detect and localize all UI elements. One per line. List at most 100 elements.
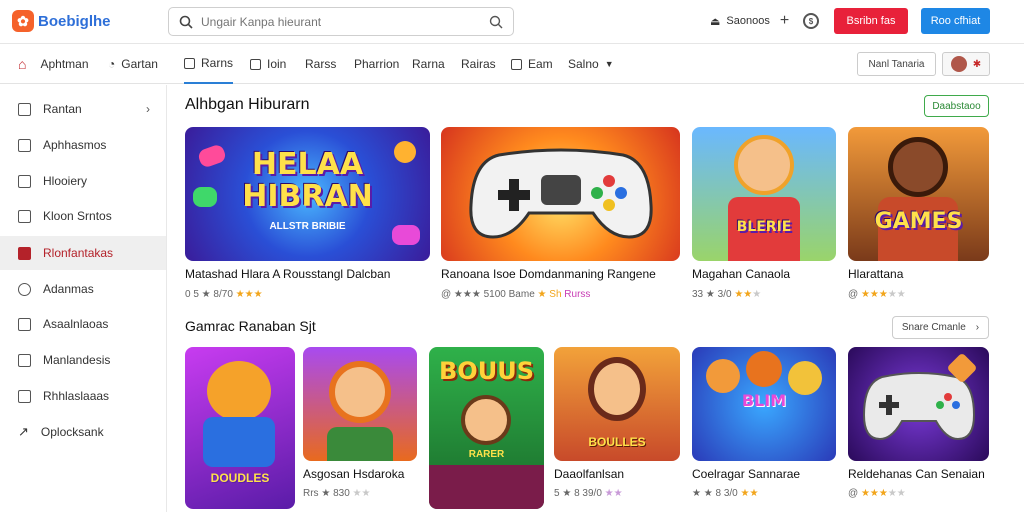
see-more-button[interactable]: Snare Cmanle › [892, 316, 989, 339]
gamepad-icon [469, 148, 653, 239]
sidebar-item-7[interactable]: Asaalnlaoas [0, 307, 166, 341]
game-rating: Rrs ★ 830 ★★ [303, 488, 371, 499]
sidebar-item-active[interactable]: Rlonfantakas [0, 236, 166, 270]
sidebar-item-4[interactable]: Kloon Srntos [0, 199, 166, 233]
app-logo[interactable]: ✿ Boebiglhe [12, 10, 111, 32]
signup-button[interactable]: Bsribn fas [834, 8, 908, 34]
search-box[interactable] [168, 7, 514, 36]
game-thumbnail [441, 127, 680, 261]
game-thumbnail: BLERIE [692, 127, 836, 261]
game-title: Matashad Hlara A Rousstangl Dalcban [185, 267, 391, 281]
logo-text: Boebiglhe [38, 12, 111, 30]
game-rating: ★ ★ 8 3/0 ★★ [692, 488, 759, 499]
star-icon: ★★★ [860, 289, 888, 300]
circle-icon [18, 282, 31, 296]
nav-item-8[interactable]: Rairas [461, 44, 496, 84]
login-button[interactable]: Roo cfhiat [921, 8, 990, 34]
nav-item-home[interactable]: ⌂ Aphtman [18, 44, 89, 84]
star-icon: ★★ [734, 289, 753, 300]
plus-icon[interactable]: + [780, 12, 789, 30]
game-rating: 5 ★ 8 39/0 ★★ [554, 488, 623, 499]
game-title: Coelragar Sannarae [692, 467, 801, 481]
search-input[interactable] [201, 14, 481, 29]
character-face [888, 137, 948, 197]
bag-icon [18, 246, 31, 260]
star-icon: ★★★ [860, 488, 888, 499]
game-thumbnail: BOUUS RARER [429, 347, 544, 509]
thumbnail-subtitle: BOULLES [588, 435, 646, 449]
star-icon: ★★ [352, 488, 371, 499]
game-rating: 0 5 ★ 8/70 ★★★ [185, 289, 263, 300]
search-submit-icon[interactable] [489, 15, 503, 29]
category-nav: ⌂ Aphtman ◔ Gartan Rarns Ioin Rarss Phar… [0, 44, 1024, 84]
logo-icon: ✿ [12, 10, 34, 32]
sidebar-item-9[interactable]: Rhhlaslaaas [0, 379, 166, 413]
section-title-1: Alhbgan Hiburarn [185, 96, 310, 113]
character-body [327, 427, 393, 461]
banner-strip [429, 465, 544, 509]
game-rating: 33 ★ 3/0 ★★★ [692, 289, 762, 300]
sidebar-item-1[interactable]: Rantan › [0, 92, 166, 126]
game-title: Magahan Canaola [692, 267, 791, 281]
avatar-button[interactable]: ✱ [942, 52, 990, 76]
character-face [734, 135, 794, 195]
grid-icon [18, 138, 31, 152]
game-rating: @ ★★★ 5100 Bame ★ Sh Rurss [441, 289, 591, 300]
nav-item-9[interactable]: Eam [511, 44, 553, 84]
thumbnail-title: BOUUS [439, 357, 534, 385]
game-thumbnail: HELAA HIBRAN ALLSTR BRIBIE [185, 127, 430, 261]
nav-item-6[interactable]: Pharrion [354, 44, 399, 84]
history-icon [18, 174, 31, 188]
game-title: Asgosan Hsdaroka [303, 467, 405, 481]
nav-item-7[interactable]: Rarna [412, 44, 445, 84]
account-label: Saonoos [726, 15, 770, 27]
account-menu[interactable]: ⏏ Saonoos + [710, 12, 789, 30]
thumbnail-subtitle: RARER [468, 449, 505, 460]
game-thumbnail: BLIM [692, 347, 836, 461]
star-icon: ★ Sh [537, 289, 562, 300]
nav-item-active[interactable]: Rarns [184, 44, 234, 84]
sidebar-item-6[interactable]: Adanmas [0, 272, 166, 306]
user-icon [18, 317, 31, 331]
notification-icon: ✱ [972, 58, 982, 70]
character-face [746, 351, 782, 387]
character-face [788, 361, 822, 395]
character-body [203, 417, 275, 467]
list-icon [18, 209, 31, 223]
nav-item-5[interactable]: Rarss [305, 44, 336, 84]
nav-item-more[interactable]: Salno ▼ [568, 44, 614, 84]
sidebar-item-3[interactable]: Hlooiery [0, 164, 166, 198]
coin-icon[interactable]: $ [803, 13, 819, 29]
character-face [706, 359, 740, 393]
tag-label: Rurss [564, 289, 591, 300]
sidebar-item-10[interactable]: ↗ Oplocksank [0, 415, 166, 449]
section-title-2: Gamrac Ranaban Sjt [185, 318, 316, 334]
thumbnail-title: HELAA HIBRAN [242, 147, 373, 214]
top-bar: ✿ Boebiglhe ⏏ Saonoos + $ Bsribn fas Roo… [0, 0, 1024, 44]
character-face [461, 395, 511, 445]
game-rating: @ ★★★★★ [848, 289, 906, 300]
user-name-button[interactable]: Nanl Tanaria [857, 52, 936, 76]
game-thumbnail: GAMES [848, 127, 989, 261]
game-rating: @ ★★★★★ [848, 488, 906, 499]
thumbnail-subtitle: ALLSTR BRIBIE [269, 221, 346, 232]
nav-item-4[interactable]: Ioin [250, 44, 286, 84]
tab-icon [511, 58, 522, 70]
character-face [588, 357, 646, 421]
folder-icon [18, 353, 31, 367]
tab-icon [250, 58, 261, 70]
sidebar-item-2[interactable]: Aphhasmos [0, 128, 166, 162]
game-title: Daaolfanlsan [554, 467, 625, 481]
game-title: Ranoana Isoe Domdanmaning Rangene [441, 267, 656, 281]
upload-icon: ⏏ [710, 15, 721, 28]
share-icon: ↗ [18, 424, 29, 439]
chevron-down-icon: ▼ [604, 59, 614, 69]
character-face [329, 361, 391, 423]
chevron-right-icon: › [146, 102, 150, 116]
sidebar: Rantan › Aphhasmos Hlooiery Kloon Srntos… [0, 85, 167, 512]
sidebar-item-8[interactable]: Manlandesis [0, 343, 166, 377]
game-thumbnail [303, 347, 417, 461]
bell-icon: ◔ [108, 57, 116, 71]
nav-item-2[interactable]: ◔ Gartan [108, 44, 158, 84]
section-1-action-button[interactable]: Daabstaoo [924, 95, 989, 117]
